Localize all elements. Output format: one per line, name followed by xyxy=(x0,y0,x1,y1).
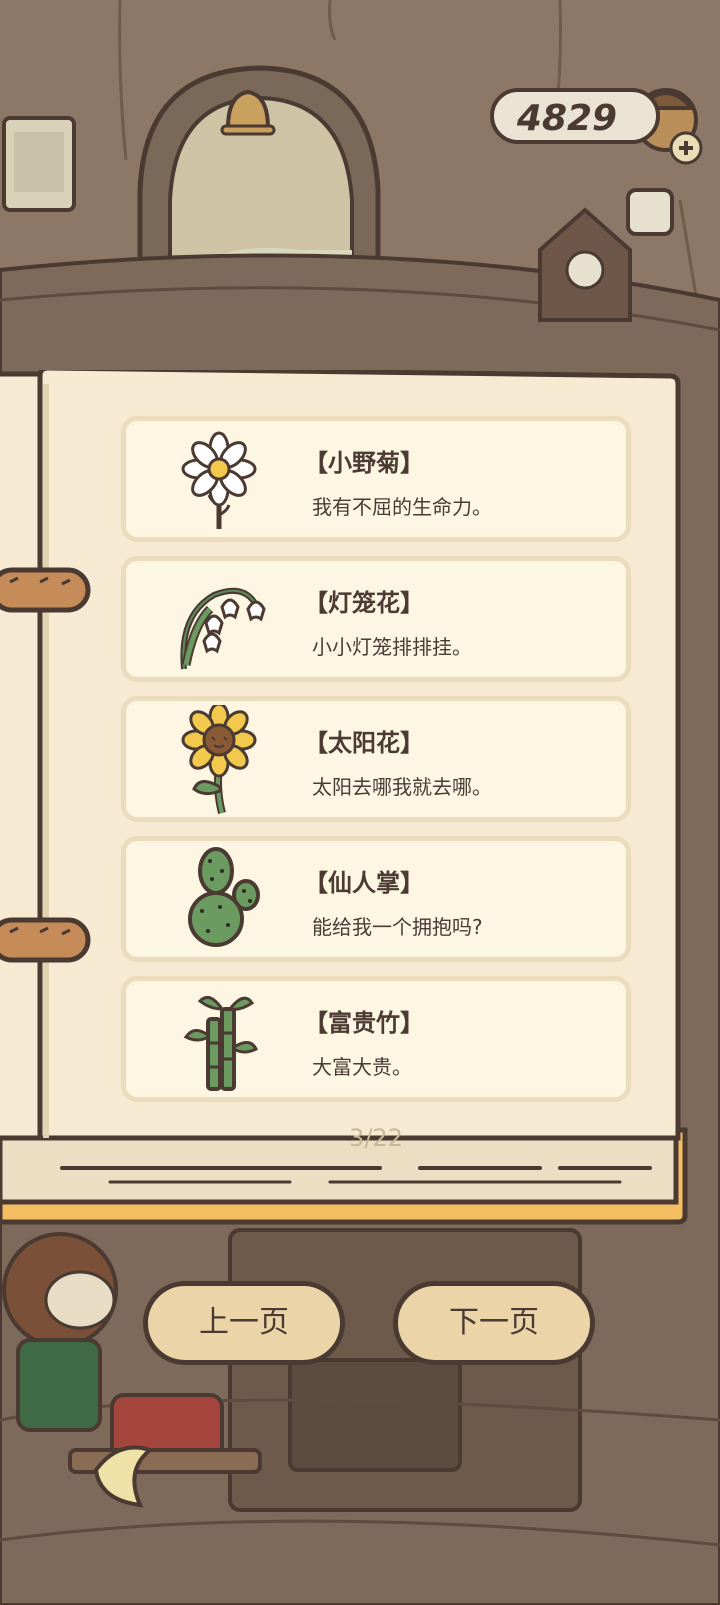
item-name: 【小野菊】 xyxy=(304,449,424,477)
list-item[interactable]: 【太阳花】 太阳去哪我就去哪。 xyxy=(121,696,631,822)
sunflower-icon xyxy=(181,705,257,815)
list-item[interactable]: 【小野菊】 我有不屈的生命力。 xyxy=(121,416,631,542)
next-page-button[interactable]: 下一页 xyxy=(393,1281,595,1365)
daisy-icon xyxy=(181,431,257,529)
page-indicator: 3/22 xyxy=(349,1124,403,1152)
prev-page-button[interactable]: 上一页 xyxy=(143,1281,345,1365)
item-description: 能给我一个拥抱吗? xyxy=(312,915,483,939)
list-item[interactable]: 【仙人掌】 能给我一个拥抱吗? xyxy=(121,836,631,962)
cactus-icon xyxy=(188,847,260,947)
list-item[interactable]: 【富贵竹】 大富大贵。 xyxy=(121,976,631,1102)
item-description: 我有不屈的生命力。 xyxy=(312,495,492,519)
item-name: 【富贵竹】 xyxy=(304,1009,424,1037)
lucky-bamboo-icon xyxy=(183,995,259,1091)
lily-of-valley-icon xyxy=(180,587,266,670)
item-name: 【灯笼花】 xyxy=(304,589,424,617)
coin-value: 4829 xyxy=(516,98,618,139)
item-description: 太阳去哪我就去哪。 xyxy=(312,775,492,799)
item-description: 大富大贵。 xyxy=(312,1055,412,1079)
coin-counter: 4829 xyxy=(490,88,660,144)
item-name: 【仙人掌】 xyxy=(304,869,424,897)
add-coins-button[interactable] xyxy=(670,132,702,164)
item-description: 小小灯笼排排挂。 xyxy=(312,635,472,659)
item-name: 【太阳花】 xyxy=(304,729,424,757)
list-item[interactable]: 【灯笼花】 小小灯笼排排挂。 xyxy=(121,556,631,682)
